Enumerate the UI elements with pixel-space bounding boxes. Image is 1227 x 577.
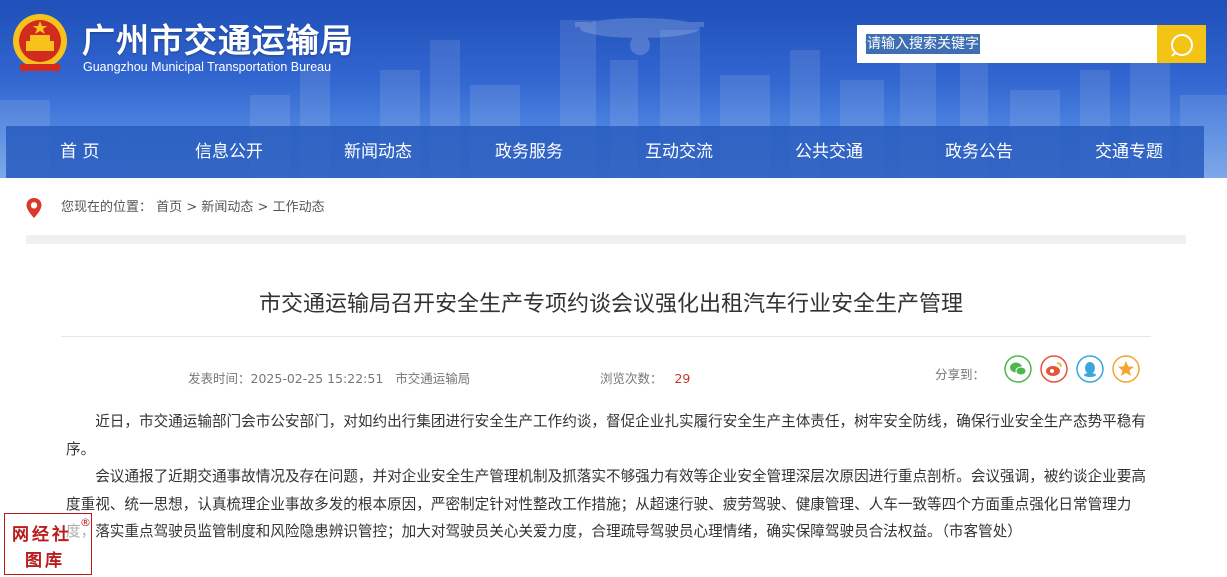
article-title: 市交通运输局召开安全生产专项约谈会议强化出租汽车行业安全生产管理 (258, 292, 963, 317)
breadcrumb-item-home[interactable]: 首页 (156, 200, 182, 215)
national-emblem-icon (13, 14, 67, 71)
nav-item-info-disclosure[interactable]: 信息公开 (195, 126, 263, 178)
share-qq-button[interactable] (1076, 355, 1104, 383)
search-button[interactable] (1157, 25, 1206, 63)
header-banner: 广州市交通运输局 Guangzhou Municipal Transportat… (0, 0, 1227, 178)
article-card: 您现在的位置： 首页 > 新闻动态 > 工作动态 市交通运输局召开安全生产专项约… (6, 178, 1204, 577)
search-input[interactable] (857, 25, 1157, 63)
share-weibo-button[interactable] (1040, 355, 1068, 383)
breadcrumb-prefix: 您现在的位置： (61, 200, 153, 215)
breadcrumb: 您现在的位置： 首页 > 新闻动态 > 工作动态 (61, 197, 325, 219)
title-divider (61, 336, 1151, 337)
wechat-icon (1004, 355, 1032, 383)
site-title[interactable]: 广州市交通运输局 (82, 14, 354, 62)
weibo-icon (1040, 355, 1068, 383)
share-qzone-button[interactable] (1112, 355, 1140, 383)
watermark-logo: 网经社 图库 ® (4, 513, 92, 575)
watermark-line2: 图库 (25, 551, 65, 571)
publish-time: 2025-02-25 15:22:51 (250, 371, 384, 386)
nav-item-gov-services[interactable]: 政务服务 (495, 126, 563, 178)
watermark-registered-mark: ® (80, 516, 91, 529)
nav-item-news[interactable]: 新闻动态 (344, 126, 412, 178)
watermark-line1: 网经社 (12, 525, 72, 545)
share-label: 分享到： (935, 367, 986, 382)
nav-item-announcements[interactable]: 政务公告 (945, 126, 1013, 178)
nav-item-public-transport[interactable]: 公共交通 (795, 126, 863, 178)
nav-item-topics[interactable]: 交通专题 (1095, 126, 1163, 178)
breadcrumb-separator: > (186, 200, 198, 215)
article-paragraph-1: 近日，市交通运输部门会市公安部门，对如约出行集团进行安全生产工作约谈，督促企业扎… (66, 413, 1146, 458)
publish-info: 发表时间：2025-02-25 15:22:51 市交通运输局 (188, 368, 470, 387)
breadcrumb-item-news[interactable]: 新闻动态 (201, 200, 253, 215)
site-subtitle: Guangzhou Municipal Transportation Burea… (83, 60, 332, 74)
main-nav: 首 页 信息公开 新闻动态 政务服务 互动交流 公共交通 政务公告 交通专题 (6, 126, 1204, 178)
breadcrumb-separator: > (257, 200, 269, 215)
qq-icon (1076, 355, 1104, 383)
article-source: 市交通运输局 (395, 371, 471, 386)
location-pin-icon (26, 198, 42, 218)
share-wechat-button[interactable] (1004, 355, 1032, 383)
breadcrumb-divider (26, 235, 1186, 244)
article-paragraph-2: 会议通报了近期交通事故情况及存在问题，并对企业安全生产管理机制及抓落实不够强力有… (66, 468, 1146, 540)
nav-item-home[interactable]: 首 页 (60, 126, 99, 178)
view-count: 浏览次数： 29 (600, 368, 690, 387)
nav-item-interaction[interactable]: 互动交流 (645, 126, 713, 178)
breadcrumb-item-work-news[interactable]: 工作动态 (273, 200, 325, 215)
views-number: 29 (674, 371, 691, 386)
search-icon (1171, 34, 1193, 57)
views-label: 浏览次数： (600, 371, 663, 386)
qzone-icon (1112, 355, 1140, 383)
publish-label: 发表时间： (188, 371, 251, 386)
